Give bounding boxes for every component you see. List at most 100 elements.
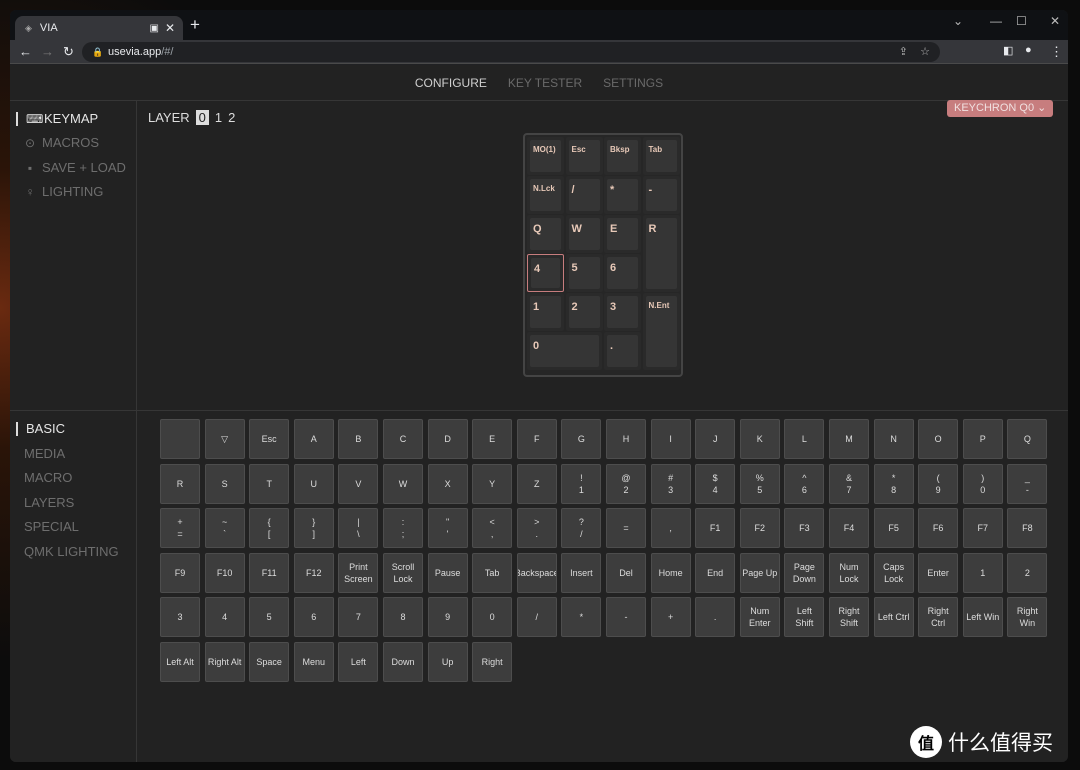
sidebar-item-lighting[interactable]: ♀ LIGHTING (24, 184, 104, 199)
numpad-key[interactable]: 0 (527, 332, 602, 370)
numpad-key[interactable]: N.Lck (527, 176, 564, 214)
keycode-button[interactable]: Right Alt (204, 641, 245, 682)
keycode-button[interactable]: 3 (160, 597, 200, 637)
keycode-button[interactable]: Page Up (739, 552, 780, 593)
keycode-button[interactable]: F10 (204, 552, 245, 593)
keycode-button[interactable]: L (784, 419, 825, 459)
keycode-button[interactable]: H (606, 419, 646, 459)
keycode-button[interactable]: Menu (293, 641, 334, 682)
keycode-button[interactable]: Z (516, 463, 557, 504)
keycode-button[interactable]: C (383, 419, 423, 459)
keycode-button[interactable]: F6 (918, 508, 959, 548)
close-window-button[interactable]: ✕ (1050, 14, 1060, 28)
keycode-button[interactable]: ^ 6 (784, 463, 825, 504)
keycode-button[interactable]: % 5 (739, 463, 780, 504)
keycode-button[interactable]: - (606, 597, 646, 637)
keycode-button[interactable]: Right Ctrl (918, 597, 959, 637)
keycode-button[interactable]: P (962, 419, 1003, 459)
layer-0-button[interactable]: 0 (195, 110, 209, 125)
keycode-button[interactable]: Left Alt (160, 641, 200, 682)
keycode-button[interactable]: F11 (249, 552, 290, 593)
numpad-key[interactable]: . (604, 332, 641, 370)
keycode-button[interactable]: Up (427, 641, 468, 682)
keycode-button[interactable]: Del (606, 552, 646, 593)
keycode-button[interactable]: ) 0 (962, 463, 1003, 504)
reload-icon[interactable]: ↻ (63, 44, 74, 60)
keycode-button[interactable]: ▽ (204, 419, 245, 459)
new-tab-button[interactable]: + (190, 15, 200, 35)
numpad-key[interactable]: * (604, 176, 641, 214)
keycode-button[interactable]: 6 (293, 597, 334, 637)
keycode-button[interactable]: 4 (204, 597, 245, 637)
numpad-key[interactable]: MO(1) (527, 137, 564, 175)
share-icon[interactable]: ⇪ (899, 42, 908, 62)
numpad-key[interactable]: 3 (604, 293, 641, 331)
sidebar-item-macros[interactable]: ⊙ MACROS (24, 135, 99, 150)
keycode-button[interactable] (160, 419, 200, 459)
keycode-button[interactable]: F9 (160, 552, 200, 593)
keycode-button[interactable]: " ' (427, 508, 468, 548)
keycode-button[interactable]: Q (1007, 419, 1048, 459)
keycode-button[interactable]: Backspace (516, 552, 557, 593)
minimize-button[interactable]: — (990, 14, 1002, 28)
keycode-button[interactable]: @ 2 (606, 463, 646, 504)
forward-icon[interactable]: → (41, 44, 54, 59)
keycode-button[interactable]: Insert (561, 552, 602, 593)
keycode-button[interactable]: B (338, 419, 379, 459)
numpad-key[interactable]: 5 (565, 254, 603, 292)
keycode-button[interactable]: Print Screen (338, 552, 379, 593)
category-media[interactable]: MEDIA (24, 446, 65, 461)
keycode-button[interactable]: Home (650, 552, 691, 593)
keycode-button[interactable]: J (695, 419, 736, 459)
keycode-button[interactable]: } ] (293, 508, 334, 548)
keycode-button[interactable]: ~ ` (204, 508, 245, 548)
category-macro[interactable]: MACRO (24, 470, 72, 485)
keycode-button[interactable]: X (427, 463, 468, 504)
keycode-button[interactable]: + = (160, 508, 200, 548)
nav-settings[interactable]: SETTINGS (603, 76, 663, 90)
keycode-button[interactable]: F5 (873, 508, 914, 548)
numpad-key[interactable]: Q (527, 215, 564, 253)
keycode-button[interactable]: W (383, 463, 423, 504)
layer-2-button[interactable]: 2 (228, 110, 235, 125)
keycode-button[interactable]: * (561, 597, 602, 637)
keycode-button[interactable]: $ 4 (695, 463, 736, 504)
keycode-button[interactable]: . (695, 597, 736, 637)
keycode-button[interactable]: F (516, 419, 557, 459)
menu-dots-icon[interactable]: ⋮ (1050, 44, 1063, 60)
numpad-key[interactable]: N.Ent (642, 293, 680, 370)
numpad-key[interactable]: Bksp (604, 137, 641, 175)
gamepad-icon[interactable]: ▣ (150, 23, 159, 34)
numpad-key[interactable]: Tab (642, 137, 680, 175)
keycode-button[interactable]: + (650, 597, 691, 637)
keycode-button[interactable]: Left Win (962, 597, 1003, 637)
keycode-button[interactable]: 2 (1007, 552, 1048, 593)
keycode-button[interactable]: Tab (472, 552, 513, 593)
keycode-button[interactable]: F1 (695, 508, 736, 548)
keycode-button[interactable]: F3 (784, 508, 825, 548)
keycode-button[interactable]: I (650, 419, 691, 459)
keycode-button[interactable]: , (650, 508, 691, 548)
keycode-button[interactable]: Page Down (784, 552, 825, 593)
keycode-button[interactable]: A (293, 419, 334, 459)
keycode-button[interactable]: O (918, 419, 959, 459)
keycode-button[interactable]: 9 (427, 597, 468, 637)
keycode-button[interactable]: Scroll Lock (383, 552, 423, 593)
keycode-button[interactable]: S (204, 463, 245, 504)
keycode-button[interactable]: Space (249, 641, 290, 682)
keycode-button[interactable]: Num Enter (739, 597, 780, 637)
keycode-button[interactable]: 5 (249, 597, 290, 637)
numpad-key[interactable]: Esc (565, 137, 603, 175)
profile-icon[interactable]: ● (1025, 44, 1032, 56)
keycode-button[interactable]: K (739, 419, 780, 459)
numpad-key[interactable]: - (642, 176, 680, 214)
tab-search-icon[interactable]: ⌄ (953, 14, 963, 28)
category-qmk-lighting[interactable]: QMK LIGHTING (24, 544, 119, 559)
device-selector[interactable]: KEYCHRON Q0 ⌄ (947, 100, 1054, 117)
keycode-button[interactable]: Y (472, 463, 513, 504)
keycode-button[interactable]: F7 (962, 508, 1003, 548)
keycode-button[interactable]: Right (472, 641, 513, 682)
keycode-button[interactable]: Left Ctrl (873, 597, 914, 637)
keycode-button[interactable]: Right Shift (829, 597, 869, 637)
keycode-button[interactable]: R (160, 463, 200, 504)
